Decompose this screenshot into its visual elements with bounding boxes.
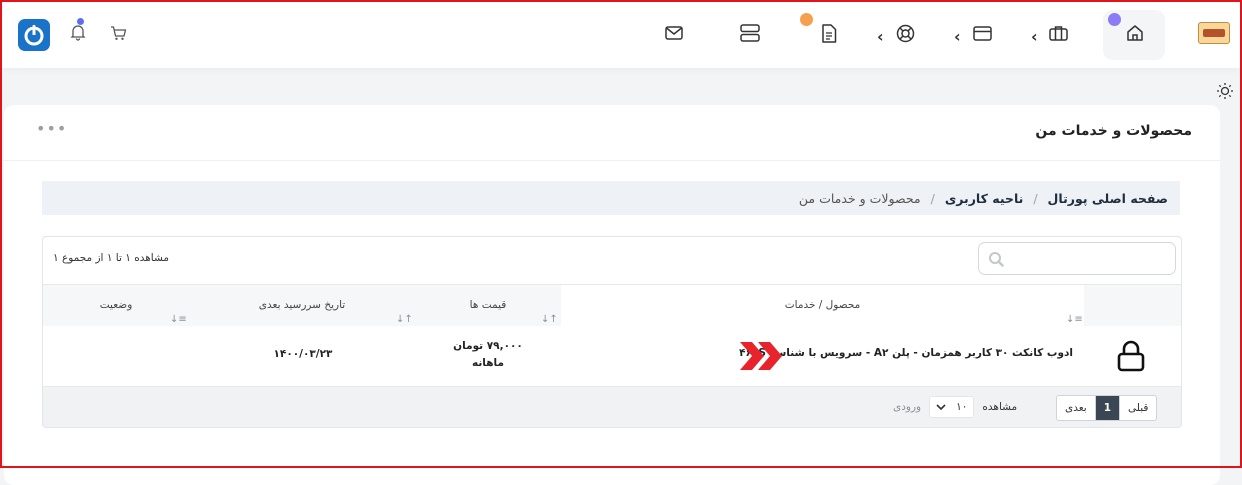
next-due-date: ۱۴۰۰/۰۳/۲۳ [273, 348, 333, 360]
cart-icon[interactable] [108, 23, 128, 43]
table-row[interactable]: ادوب کانکت ۳۰ کاربر همزمان - پلن A۲ - سر… [43, 326, 1181, 386]
bell-icon[interactable] [68, 22, 88, 42]
column-header-product[interactable]: محصول / خدمات ↓≡ [561, 285, 1084, 326]
document-icon[interactable] [818, 22, 840, 44]
products-table: مشاهده ۱ تا ۱ از مجموع ۱ محصول / خدمات ↓… [42, 236, 1182, 428]
breadcrumb-client-area-link[interactable]: ناحیه کاربری [945, 191, 1024, 206]
chevron-left-icon: ‹ [1031, 27, 1038, 46]
next-page-button[interactable]: بعدی [1057, 396, 1095, 420]
search-box [978, 242, 1176, 275]
brand-logo[interactable] [1198, 22, 1230, 44]
credit-card-icon[interactable] [971, 22, 993, 44]
chevron-left-icon: ‹ [877, 27, 884, 46]
table-header: محصول / خدمات ↓≡ قیمت ها ↓↑ تاریخ سررسید… [43, 284, 1181, 327]
more-options-icon[interactable]: ••• [36, 119, 67, 138]
column-header-price[interactable]: قیمت ها ↓↑ [415, 285, 561, 326]
show-label: مشاهده [982, 401, 1018, 413]
per-page-select[interactable]: ۱۰ [929, 396, 975, 418]
table-footer: قبلی 1 بعدی مشاهده ۱۰ ورودی [43, 386, 1181, 427]
search-icon [988, 251, 1004, 271]
content-card: محصولات و خدمات من ••• صفحه اصلی پورتال … [4, 105, 1220, 485]
double-chevron-arrow-icon [740, 342, 786, 374]
breadcrumb-separator: / [1033, 190, 1038, 206]
breadcrumb-current: محصولات و خدمات من [798, 190, 921, 206]
page-1-button[interactable]: 1 [1094, 396, 1121, 420]
chevron-left-icon: ‹ [954, 27, 961, 46]
breadcrumb-home-link[interactable]: صفحه اصلی پورتال [1048, 191, 1168, 206]
per-page-value: ۱۰ [956, 401, 968, 413]
mail-icon[interactable] [663, 22, 685, 44]
chevron-down-icon [936, 403, 946, 410]
showing-info: مشاهده ۱ تا ۱ از مجموع ۱ [53, 252, 169, 264]
power-logo-icon[interactable] [18, 19, 50, 51]
theme-toggle-sun-icon[interactable] [1216, 82, 1234, 104]
column-header-status[interactable]: وضعیت ↓≡ [43, 285, 189, 326]
prev-page-button[interactable]: قبلی [1120, 396, 1156, 420]
home-icon[interactable] [1124, 22, 1146, 44]
column-header-icon [1084, 285, 1181, 326]
breadcrumb-separator: / [930, 190, 935, 206]
server-icon[interactable] [738, 21, 762, 45]
price-value: ۷۹,۰۰۰ تومان [453, 340, 523, 352]
lock-icon [1116, 340, 1146, 376]
search-input[interactable] [1009, 249, 1167, 269]
entries-label: ورودی [893, 401, 922, 413]
bell-badge [77, 18, 84, 25]
home-badge [1108, 13, 1121, 26]
page-title: محصولات و خدمات من [1035, 123, 1192, 139]
column-header-next-due[interactable]: تاریخ سررسید بعدی ↓↑ [189, 285, 415, 326]
top-navbar: ‹ ‹ ‹ [2, 2, 1240, 68]
briefcase-icon[interactable] [1047, 22, 1069, 44]
per-page-control: مشاهده ۱۰ ورودی [893, 396, 1017, 418]
breadcrumb: صفحه اصلی پورتال / ناحیه کاربری / محصولا… [42, 181, 1180, 215]
document-badge [800, 13, 813, 26]
divider [4, 160, 1220, 161]
lifebuoy-icon[interactable] [894, 22, 916, 44]
billing-cycle: ماهانه [472, 357, 504, 369]
product-name[interactable]: ادوب کانکت ۳۰ کاربر همزمان - پلن A۲ - سر… [739, 347, 1073, 359]
pagination: قبلی 1 بعدی [1056, 395, 1158, 421]
